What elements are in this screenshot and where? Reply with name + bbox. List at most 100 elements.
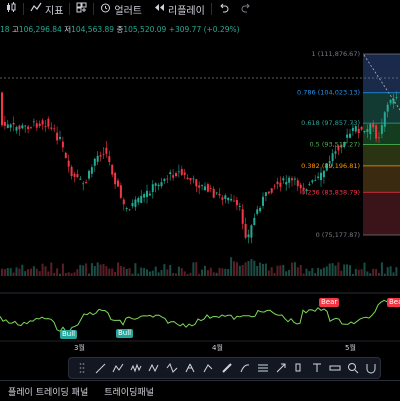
candle-body — [244, 223, 247, 238]
tab-replay-trading-panel[interactable]: 플레이 트레이딩 패널 — [0, 385, 96, 398]
volume-bar — [320, 269, 322, 276]
volume-bar — [53, 272, 56, 276]
candle-body — [172, 175, 175, 178]
candle-body — [320, 172, 322, 181]
candle-body — [317, 176, 320, 178]
magnet-icon[interactable] — [362, 358, 380, 378]
volume-bar — [195, 262, 198, 276]
volume-bar — [186, 273, 189, 276]
candle-body — [378, 137, 380, 139]
volume-bars — [1, 257, 398, 276]
volume-bar — [24, 271, 27, 276]
candle-body — [366, 129, 369, 132]
candle-body — [38, 123, 41, 126]
candle-body — [192, 178, 195, 180]
pitchfork-icon[interactable] — [181, 358, 199, 378]
volume-bar — [134, 263, 137, 276]
path-icon[interactable] — [109, 358, 127, 378]
highlighter-icon[interactable] — [290, 358, 308, 378]
x-tick-month-5: 5월 — [345, 343, 356, 352]
candle-body — [230, 198, 233, 201]
bear-signal-badge: Bear — [319, 298, 340, 307]
bull-signal-badge: Bull — [60, 330, 78, 339]
ruler-icon[interactable] — [218, 358, 236, 378]
fib-zone[interactable] — [363, 54, 400, 93]
volume-bar — [3, 269, 6, 276]
candle-body — [285, 181, 288, 185]
candle-body — [82, 183, 85, 185]
trend-line-icon[interactable] — [91, 358, 109, 378]
candle-body — [204, 186, 206, 191]
volume-bar — [47, 271, 50, 276]
volume-bar — [114, 271, 117, 276]
price-chart[interactable]: 1 (111,876.67) 0.786 (104,023.13) 0.618 (9… — [0, 0, 400, 400]
candle-body — [241, 209, 244, 224]
candle-body — [15, 127, 18, 131]
measure-icon[interactable] — [326, 358, 344, 378]
candle-body — [247, 234, 250, 238]
candle-body — [50, 127, 53, 129]
arrow-icon[interactable] — [272, 358, 290, 378]
volume-bar — [262, 263, 264, 276]
volume-bar — [166, 269, 169, 276]
candle-body — [166, 178, 169, 180]
wave-icon[interactable] — [127, 358, 145, 378]
volume-bar — [38, 271, 41, 276]
candle-body — [18, 125, 21, 130]
candle-body — [61, 141, 64, 148]
candle-body — [79, 178, 82, 180]
candle-body — [262, 196, 264, 206]
zoom-icon[interactable] — [344, 358, 362, 378]
candle-body — [395, 97, 398, 98]
volume-bar — [56, 268, 59, 276]
candle-body — [73, 173, 76, 177]
volume-bar — [270, 267, 273, 276]
volume-bar — [221, 268, 224, 276]
volume-bar — [137, 273, 140, 276]
volume-bar — [125, 268, 128, 276]
tab-trading-panel[interactable]: 트레이딩패널 — [96, 385, 162, 398]
brush-icon[interactable] — [236, 358, 254, 378]
volume-bar — [273, 272, 276, 276]
candle-body — [102, 153, 105, 155]
zigzag-icon[interactable] — [145, 358, 163, 378]
fib-zone[interactable] — [363, 144, 400, 166]
volume-bar — [177, 266, 180, 276]
pattern-icon[interactable] — [163, 358, 181, 378]
fib-zone[interactable] — [363, 192, 400, 235]
candle-body — [238, 206, 241, 207]
candle-body — [209, 188, 212, 189]
volume-bar — [250, 259, 253, 276]
candle-body — [163, 178, 166, 181]
projection-icon[interactable] — [199, 358, 217, 378]
volume-bar — [64, 273, 67, 276]
volume-bar — [291, 262, 293, 276]
candle-body — [346, 134, 349, 138]
drag-handle-icon[interactable] — [73, 358, 91, 378]
volume-bar — [102, 264, 105, 276]
volume-bar — [140, 267, 143, 276]
volume-bar — [256, 265, 259, 276]
candle-body — [349, 133, 351, 138]
candle-body — [293, 178, 296, 180]
text-icon[interactable] — [308, 358, 326, 378]
volume-bar — [285, 271, 288, 276]
volume-bar — [218, 267, 221, 276]
volume-bar — [395, 267, 398, 276]
fib-zone[interactable] — [363, 165, 400, 193]
volume-bar — [302, 273, 305, 276]
fib-icon[interactable] — [254, 358, 272, 378]
candle-body — [108, 156, 111, 163]
candle-body — [296, 180, 299, 187]
fib-zone[interactable] — [363, 92, 400, 124]
volume-bar — [70, 273, 73, 276]
candle-body — [369, 124, 372, 135]
candle-body — [119, 185, 122, 198]
candle-body — [273, 185, 276, 187]
candle-body — [314, 179, 317, 181]
volume-bar — [148, 271, 151, 276]
volume-bar — [93, 266, 96, 276]
candle-body — [375, 125, 378, 139]
volume-bar — [380, 262, 383, 276]
volume-bar — [18, 268, 21, 276]
